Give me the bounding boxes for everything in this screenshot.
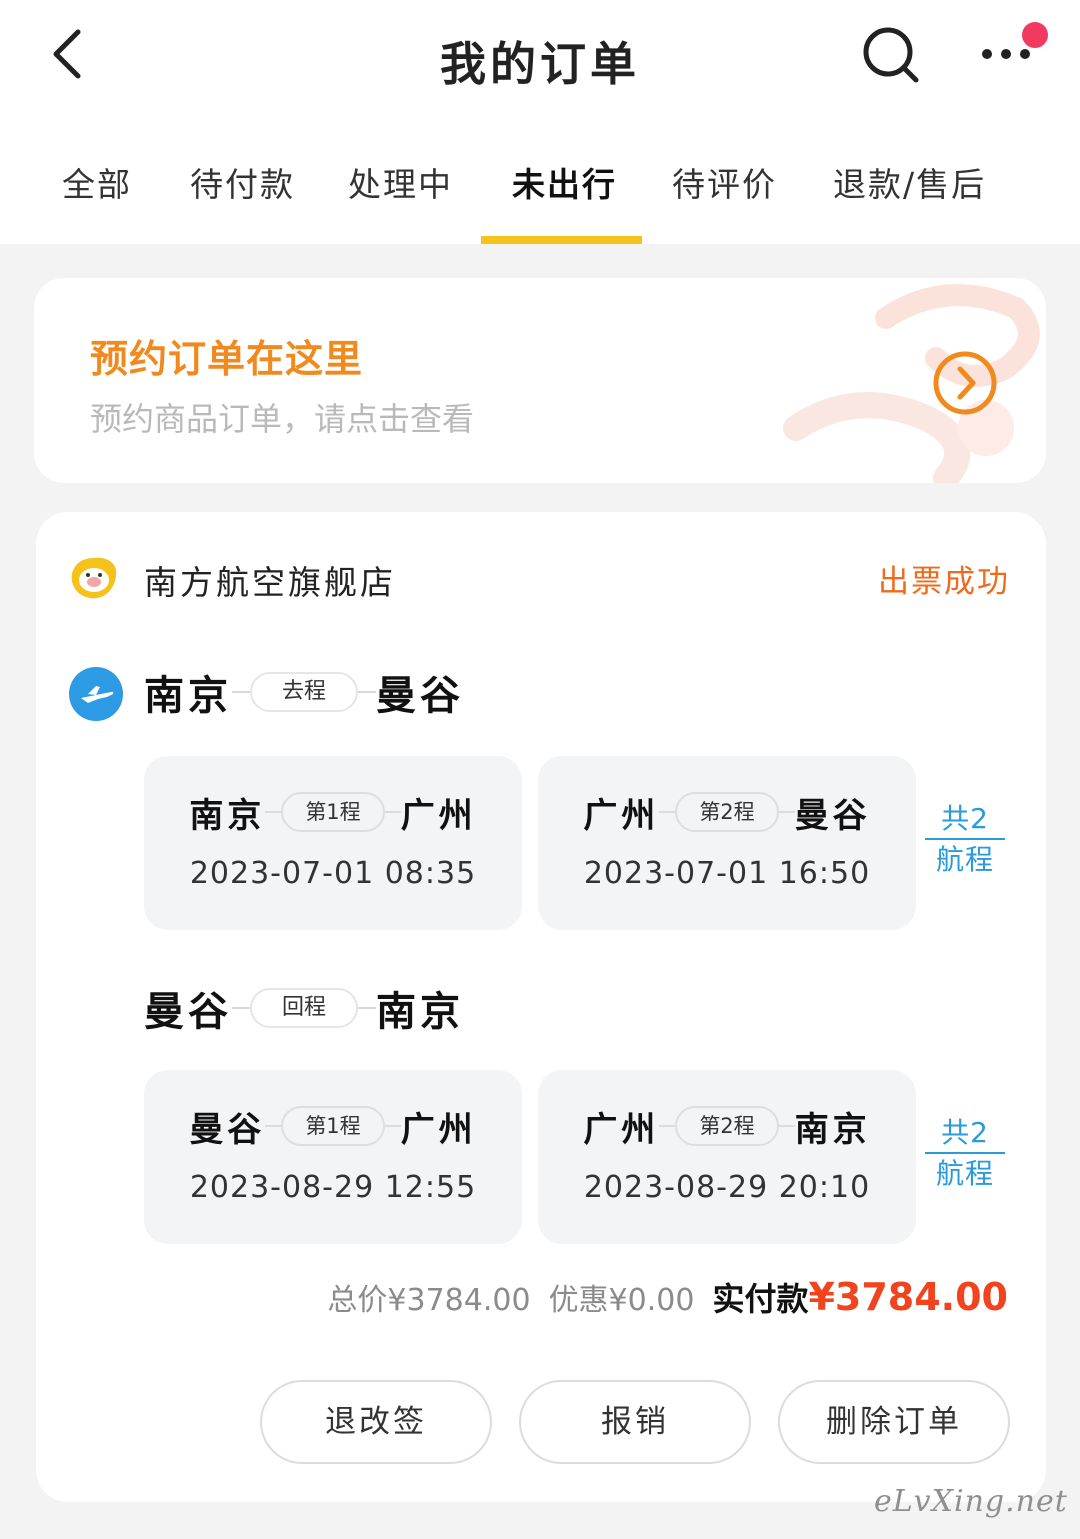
airplane-icon bbox=[69, 667, 123, 721]
segment-connector bbox=[265, 1125, 282, 1127]
return-route: 曼谷 回程 南京 bbox=[144, 978, 464, 1038]
route-origin: 曼谷 bbox=[144, 989, 232, 1035]
segment-destination: 广州 bbox=[400, 795, 477, 836]
total-legs-count: 共2 bbox=[941, 802, 989, 835]
segment-connector bbox=[659, 1125, 676, 1127]
discount-amount: 优惠¥0.00 bbox=[548, 1283, 695, 1318]
chevron-right-circle-icon[interactable] bbox=[932, 350, 998, 416]
segment-route: 广州 第2程 曼谷 bbox=[538, 784, 916, 840]
price-summary: 总价¥3784.00 优惠¥0.00 实付款 ¥3784.00 bbox=[327, 1274, 1008, 1330]
segment-destination: 曼谷 bbox=[794, 795, 871, 836]
route-connector bbox=[358, 691, 377, 693]
flight-segment[interactable]: 广州 第2程 南京 2023-08-29 20:10 bbox=[538, 1070, 916, 1244]
route-direction-tag: 去程 bbox=[250, 672, 359, 712]
tab-not-traveled[interactable]: 未出行 bbox=[512, 158, 617, 206]
route-origin: 南京 bbox=[144, 673, 232, 719]
shop-name[interactable]: 南方航空旗舰店 bbox=[144, 556, 396, 604]
reimburse-button[interactable]: 报销 bbox=[519, 1380, 751, 1464]
outbound-route: 南京 去程 曼谷 bbox=[144, 662, 464, 722]
route-connector bbox=[232, 691, 250, 693]
segment-connector bbox=[384, 1125, 401, 1127]
flight-segment[interactable]: 南京 第1程 广州 2023-07-01 08:35 bbox=[144, 756, 522, 930]
segment-origin: 南京 bbox=[189, 795, 266, 836]
segment-tag: 第1程 bbox=[281, 1106, 385, 1146]
route-connector bbox=[358, 1007, 377, 1009]
segment-origin: 广州 bbox=[583, 795, 660, 836]
segment-connector bbox=[659, 811, 676, 813]
total-legs-label: 航程 bbox=[925, 1152, 1005, 1192]
reservation-title: 预约订单在这里 bbox=[90, 337, 364, 381]
segment-time: 2023-07-01 16:50 bbox=[583, 856, 871, 891]
flight-segment[interactable]: 曼谷 第1程 广州 2023-08-29 12:55 bbox=[144, 1070, 522, 1244]
total-legs-label: 航程 bbox=[925, 838, 1005, 878]
tab-all[interactable]: 全部 bbox=[62, 158, 132, 206]
route-direction-tag: 回程 bbox=[250, 988, 359, 1028]
segment-origin: 曼谷 bbox=[189, 1109, 266, 1150]
segment-time: 2023-08-29 12:55 bbox=[189, 1170, 477, 1205]
tab-pending-payment[interactable]: 待付款 bbox=[190, 158, 295, 206]
order-status: 出票成功 bbox=[878, 564, 1010, 600]
segment-route: 广州 第2程 南京 bbox=[538, 1098, 916, 1154]
search-icon bbox=[863, 27, 919, 83]
segment-connector bbox=[778, 811, 795, 813]
paid-amount: ¥3784.00 bbox=[808, 1275, 1008, 1319]
total-legs-link[interactable]: 共2 航程 bbox=[925, 800, 1005, 878]
segment-connector bbox=[778, 1125, 795, 1127]
order-card[interactable]: 南方航空旗舰店 出票成功 南京 去程 曼谷 南京 第1程 广州 2023-07-… bbox=[36, 512, 1046, 1502]
active-tab-indicator bbox=[481, 236, 642, 244]
segment-tag: 第1程 bbox=[281, 792, 385, 832]
segment-time: 2023-08-29 20:10 bbox=[583, 1170, 871, 1205]
reservation-subtitle: 预约商品订单，请点击查看 bbox=[90, 400, 475, 438]
segment-origin: 广州 bbox=[583, 1109, 660, 1150]
total-legs-count: 共2 bbox=[941, 1116, 989, 1149]
tab-refund-aftersale[interactable]: 退款/售后 bbox=[833, 158, 986, 206]
segment-destination: 广州 bbox=[400, 1109, 477, 1150]
route-connector bbox=[232, 1007, 250, 1009]
tab-processing[interactable]: 处理中 bbox=[348, 158, 453, 206]
segment-tag: 第2程 bbox=[675, 1106, 779, 1146]
segment-route: 曼谷 第1程 广州 bbox=[144, 1098, 522, 1154]
tab-pending-review[interactable]: 待评价 bbox=[672, 158, 777, 206]
reservation-banner[interactable]: 预约订单在这里 预约商品订单，请点击查看 bbox=[34, 278, 1046, 483]
search-button[interactable] bbox=[860, 24, 920, 84]
segment-destination: 南京 bbox=[794, 1109, 871, 1150]
top-bar: 我的订单 全部 待付款 处理中 未出行 待评价 退款/售后 bbox=[0, 0, 1080, 244]
flight-segment[interactable]: 广州 第2程 曼谷 2023-07-01 16:50 bbox=[538, 756, 916, 930]
segment-connector bbox=[384, 811, 401, 813]
notification-dot bbox=[1022, 22, 1048, 48]
total-price: 总价¥3784.00 bbox=[327, 1283, 531, 1318]
order-tabs: 全部 待付款 处理中 未出行 待评价 退款/售后 bbox=[0, 140, 1080, 244]
watermark: eLvXing.net bbox=[874, 1484, 1068, 1519]
total-legs-link[interactable]: 共2 航程 bbox=[925, 1114, 1005, 1192]
segment-time: 2023-07-01 08:35 bbox=[189, 856, 477, 891]
change-refund-button[interactable]: 退改签 bbox=[260, 1380, 492, 1464]
shop-logo-icon bbox=[71, 557, 117, 599]
route-destination: 南京 bbox=[376, 989, 465, 1035]
delete-order-button[interactable]: 删除订单 bbox=[778, 1380, 1010, 1464]
segment-tag: 第2程 bbox=[675, 792, 779, 832]
more-dots-icon bbox=[982, 49, 1030, 59]
segment-route: 南京 第1程 广州 bbox=[144, 784, 522, 840]
paid-label: 实付款 bbox=[712, 1280, 809, 1318]
segment-connector bbox=[265, 811, 282, 813]
route-destination: 曼谷 bbox=[376, 673, 465, 719]
